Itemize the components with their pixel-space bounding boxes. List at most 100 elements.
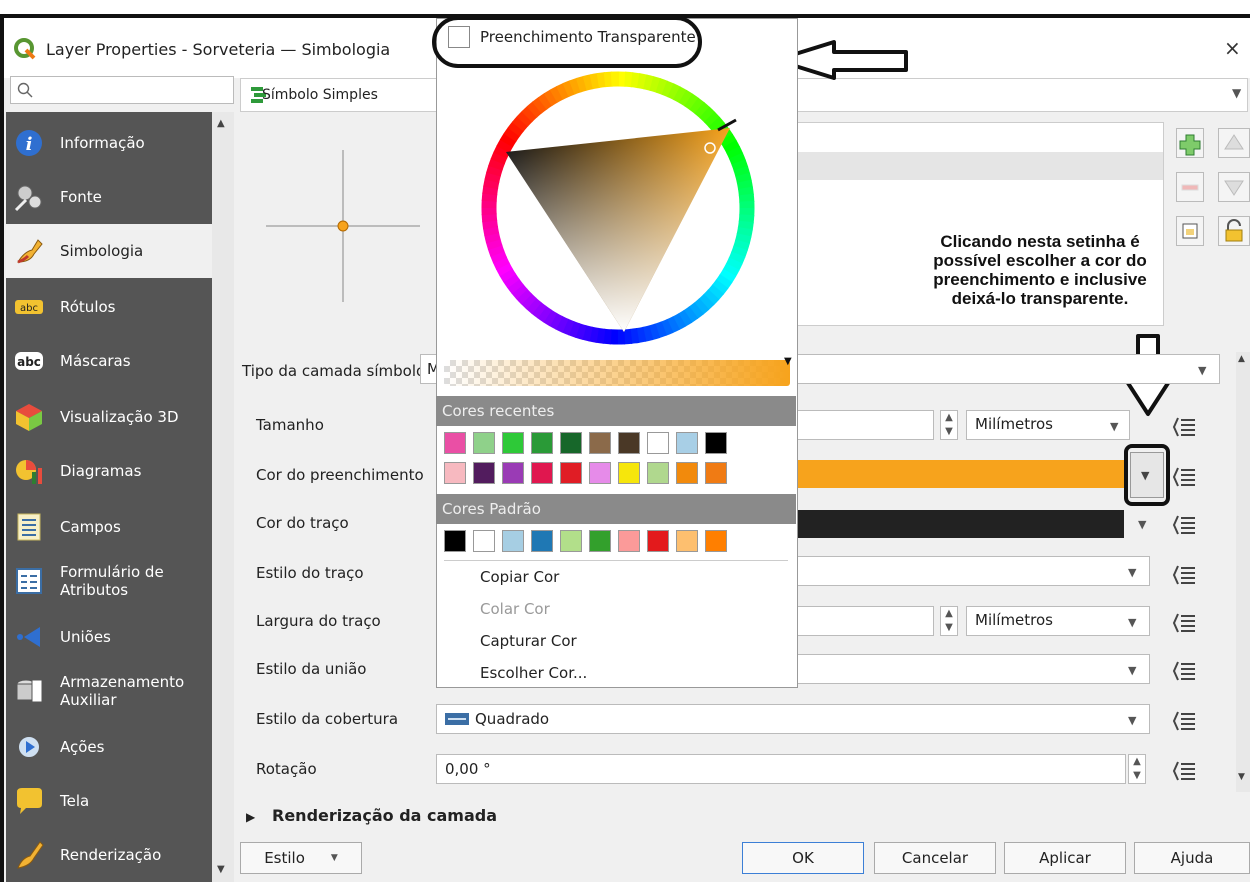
- sidebar-item-14[interactable]: Renderização: [6, 828, 212, 882]
- sidebar-search-input[interactable]: [10, 76, 234, 104]
- info-icon: i: [16, 130, 42, 156]
- data-defined-override-icon[interactable]: [1170, 656, 1200, 686]
- color-swatch[interactable]: [473, 530, 495, 552]
- ok-button[interactable]: OK: [742, 842, 864, 874]
- color-swatch[interactable]: [473, 462, 495, 484]
- sidebar-item-13[interactable]: Tela: [6, 774, 212, 828]
- color-swatch[interactable]: [502, 462, 524, 484]
- color-menu-item[interactable]: Capturar Cor: [480, 632, 577, 650]
- chevron-down-icon[interactable]: ▼: [1128, 714, 1136, 727]
- sidebar-item-4[interactable]: abc Rótulos: [6, 280, 212, 334]
- apply-button[interactable]: Aplicar: [1004, 842, 1126, 874]
- data-defined-override-icon[interactable]: [1170, 462, 1200, 492]
- help-button[interactable]: Ajuda: [1134, 842, 1250, 874]
- fill-color-button[interactable]: [794, 460, 1124, 488]
- color-swatch[interactable]: [589, 432, 611, 454]
- color-swatch[interactable]: [444, 530, 466, 552]
- chevron-down-icon[interactable]: ▼: [1110, 420, 1118, 433]
- paintbrush-icon: [17, 239, 43, 264]
- color-swatch[interactable]: [618, 462, 640, 484]
- duplicate-layer-button[interactable]: [1176, 216, 1204, 246]
- sidebar-item-3[interactable]: Simbologia: [6, 224, 212, 278]
- rotation-spinner[interactable]: ▲ ▼: [1128, 754, 1146, 784]
- sidebar-item-8[interactable]: Campos: [6, 500, 212, 554]
- color-swatch[interactable]: [647, 462, 669, 484]
- color-swatch[interactable]: [618, 530, 640, 552]
- stroke-style-combo[interactable]: [794, 556, 1150, 586]
- lock-button[interactable]: [1218, 216, 1250, 246]
- data-defined-override-icon[interactable]: [1170, 510, 1200, 540]
- join-style-combo[interactable]: [794, 654, 1150, 684]
- sidebar-item-label: Informação: [60, 134, 145, 152]
- chevron-down-icon[interactable]: ▼: [1128, 664, 1136, 677]
- color-swatch[interactable]: [560, 462, 582, 484]
- color-swatch[interactable]: [444, 462, 466, 484]
- sidebar-item-2[interactable]: Fonte: [6, 170, 212, 224]
- color-swatch[interactable]: [676, 462, 698, 484]
- color-swatch[interactable]: [502, 432, 524, 454]
- data-defined-override-icon[interactable]: [1170, 756, 1200, 786]
- add-layer-button[interactable]: [1176, 128, 1204, 158]
- color-swatch[interactable]: [705, 530, 727, 552]
- data-defined-override-icon[interactable]: [1170, 560, 1200, 590]
- color-swatch[interactable]: [676, 530, 698, 552]
- color-menu-item[interactable]: Copiar Cor: [480, 568, 559, 586]
- color-swatch[interactable]: [473, 432, 495, 454]
- sidebar-item-10[interactable]: Uniões: [6, 610, 212, 664]
- color-swatch[interactable]: [531, 462, 553, 484]
- sidebar-item-12[interactable]: Ações: [6, 720, 212, 774]
- color-swatch[interactable]: [531, 530, 553, 552]
- color-swatch[interactable]: [705, 462, 727, 484]
- rotation-input[interactable]: 0,00 °: [436, 754, 1126, 784]
- sidebar-item-11[interactable]: Armazenamento Auxiliar: [6, 664, 212, 718]
- chevron-down-icon[interactable]: ▼: [1138, 518, 1146, 531]
- color-swatch[interactable]: [647, 530, 669, 552]
- sidebar-item-5[interactable]: abc Máscaras: [6, 334, 212, 388]
- move-up-button[interactable]: [1218, 128, 1250, 158]
- sidebar-item-1[interactable]: i Informação: [6, 116, 212, 170]
- alpha-slider-handle-icon[interactable]: ▼: [784, 356, 792, 367]
- stroke-width-unit-combo[interactable]: Milímetros: [966, 606, 1150, 636]
- color-swatch[interactable]: [444, 432, 466, 454]
- size-input[interactable]: [794, 410, 934, 440]
- stroke-color-button[interactable]: [794, 510, 1124, 538]
- size-spinner[interactable]: ▲ ▼: [940, 410, 958, 440]
- close-icon[interactable]: ×: [1224, 36, 1241, 60]
- color-swatch[interactable]: [676, 432, 698, 454]
- form-scrollbar[interactable]: ▲ ▼: [1236, 352, 1250, 792]
- sidebar-scrollbar[interactable]: ▲ ▼: [212, 112, 234, 882]
- color-swatch[interactable]: [647, 432, 669, 454]
- chevron-down-icon[interactable]: ▼: [1232, 86, 1241, 100]
- color-swatch[interactable]: [589, 462, 611, 484]
- color-swatch[interactable]: [531, 432, 553, 454]
- data-defined-override-icon[interactable]: [1170, 706, 1200, 736]
- style-button[interactable]: Estilo ▼: [240, 842, 362, 874]
- color-swatch[interactable]: [502, 530, 524, 552]
- sidebar-item-7[interactable]: Diagramas: [6, 444, 212, 498]
- layer-rendering-header[interactable]: Renderização da camada: [272, 806, 497, 825]
- color-swatch[interactable]: [705, 432, 727, 454]
- remove-layer-button[interactable]: [1176, 172, 1204, 202]
- symbol-layer-selected-row[interactable]: [797, 152, 1163, 180]
- cancel-button[interactable]: Cancelar: [874, 842, 996, 874]
- sidebar-item-9[interactable]: Formulário de Atributos: [6, 554, 212, 608]
- size-unit-combo[interactable]: Milímetros: [966, 410, 1130, 440]
- cap-style-combo[interactable]: Quadrado: [436, 704, 1150, 734]
- chevron-down-icon[interactable]: ▼: [1128, 616, 1136, 629]
- color-swatch[interactable]: [560, 530, 582, 552]
- chevron-down-icon[interactable]: ▼: [1198, 364, 1206, 377]
- color-swatch[interactable]: [589, 530, 611, 552]
- stroke-width-spinner[interactable]: ▲ ▼: [940, 606, 958, 636]
- alpha-slider[interactable]: [444, 360, 790, 386]
- color-swatch[interactable]: [560, 432, 582, 454]
- color-menu-item[interactable]: Escolher Cor...: [480, 664, 587, 682]
- stroke-width-input[interactable]: [794, 606, 934, 636]
- color-wheel[interactable]: [474, 64, 762, 352]
- sidebar-item-6[interactable]: Visualização 3D: [6, 390, 212, 444]
- move-down-button[interactable]: [1218, 172, 1250, 202]
- color-swatch[interactable]: [618, 432, 640, 454]
- collapse-triangle-icon[interactable]: ▶: [246, 810, 255, 824]
- data-defined-override-icon[interactable]: [1170, 608, 1200, 638]
- chevron-down-icon[interactable]: ▼: [1128, 566, 1136, 579]
- data-defined-override-icon[interactable]: [1170, 412, 1200, 442]
